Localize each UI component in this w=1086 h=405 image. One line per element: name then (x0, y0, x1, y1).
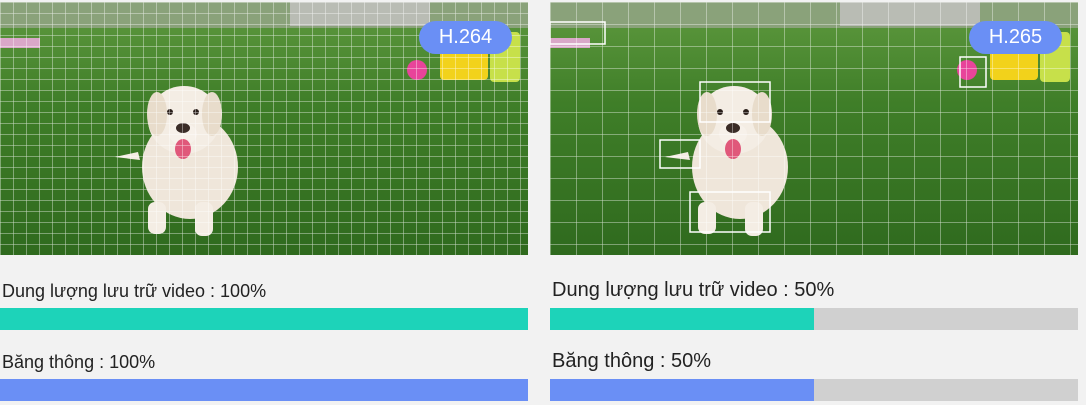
comparison-panel-h264: H.264 Dung lượng lưu trữ video : 100% Bă… (0, 0, 528, 405)
storage-bar-track (550, 308, 1078, 330)
storage-bar-fill (550, 308, 814, 330)
bandwidth-bar-fill (0, 379, 528, 401)
comparison-panel-h265: H.265 Dung lượng lưu trữ video : 50% Băn… (550, 0, 1078, 405)
codec-badge-h264: H.264 (419, 21, 512, 54)
storage-label: Dung lượng lưu trữ video : 50% (552, 279, 835, 301)
dog-photo-h264-grid: H.264 (0, 2, 528, 255)
bandwidth-label: Băng thông : 50% (552, 350, 712, 372)
dog-photo-h265-grid: H.265 (550, 2, 1078, 255)
storage-bar-track (0, 308, 528, 330)
bandwidth-bar-track (0, 379, 528, 401)
codec-badge-h265: H.265 (969, 21, 1062, 54)
bandwidth-bar-fill (550, 379, 814, 401)
storage-bar-fill (0, 308, 528, 330)
storage-label: Dung lượng lưu trữ video : 100% (2, 281, 267, 301)
bandwidth-label: Băng thông : 100% (2, 352, 156, 372)
bandwidth-bar-track (550, 379, 1078, 401)
